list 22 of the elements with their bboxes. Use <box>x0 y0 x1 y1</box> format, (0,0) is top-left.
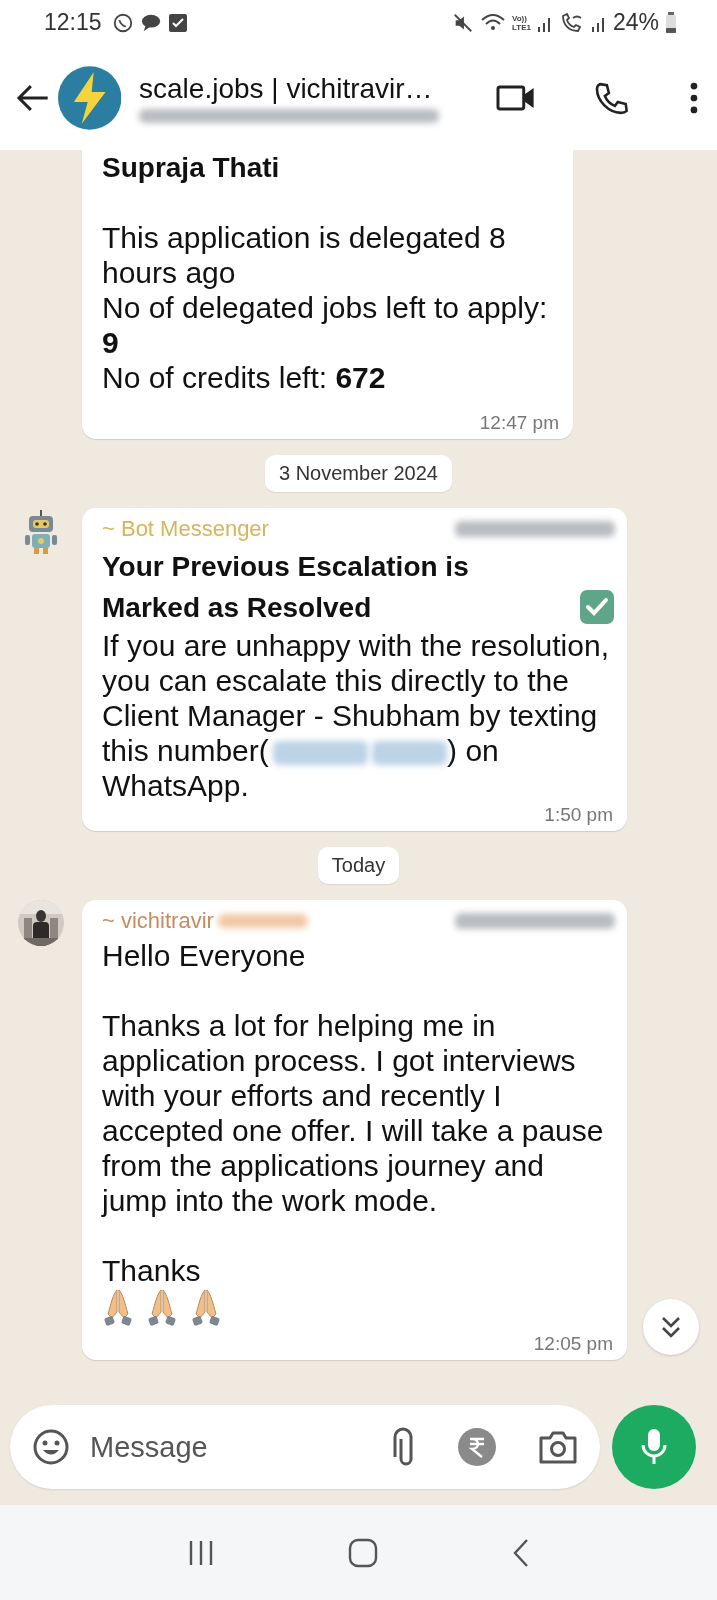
network-label: LTE1 <box>512 22 531 32</box>
message-text: No of credits left: 672 <box>102 360 387 395</box>
message-title: Your Previous Escalation is Marked as Resolved <box>102 550 470 625</box>
message-time: 12:47 pm <box>479 412 559 434</box>
status-time: 12:15 <box>44 9 102 36</box>
battery-percent: 24% <box>612 9 659 36</box>
chat-title[interactable]: scale.jobs | vichitravir… <box>139 72 466 105</box>
sender-name[interactable]: ~ Bot Messenger <box>102 516 269 542</box>
date-chip: 3 November 2024 <box>265 455 452 492</box>
message-text: This application is delegated 8 hours ago <box>102 220 507 290</box>
message-time: 1:50 pm <box>544 804 613 826</box>
network-label: Vo)) <box>512 13 527 23</box>
message-text: Thanks <box>102 1253 202 1288</box>
message-heading: Supraja Thati <box>102 151 281 185</box>
message-text: If you are unhappy with the resolution, you can escalate this directly to the Client Manager - Shubham by texting this number( ) on WhatsApp. <box>102 628 610 803</box>
message-text: Hello Everyone <box>102 938 307 973</box>
sender-name[interactable]: ~ vichitravir <box>102 908 308 934</box>
message-text: Thanks a lot for helping me in application process. I got interviews with your efforts and recently I accepted one offer. I will take a pause from the applications journey and jump into the work mode. <box>102 1008 605 1218</box>
message-field[interactable]: Message <box>88 1429 372 1465</box>
message-time: 12:05 pm <box>533 1333 613 1355</box>
message-text: No of delegated jobs left to apply: 9 <box>102 290 549 360</box>
date-chip: Today <box>317 847 400 884</box>
